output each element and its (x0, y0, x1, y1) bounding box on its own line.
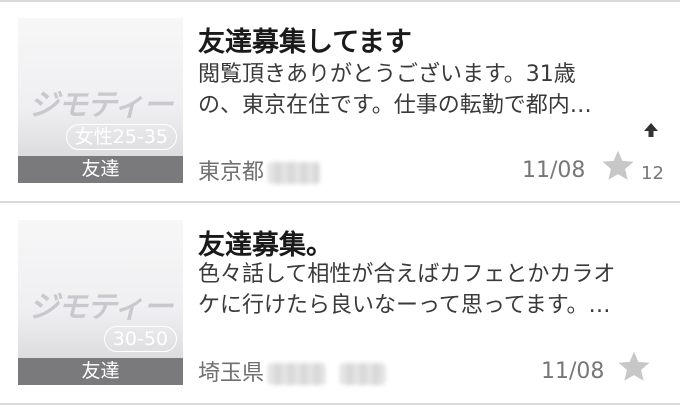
target-range-badge: 女性25-35 (65, 124, 177, 150)
jmty-logo: ジモティー (28, 88, 173, 123)
star-icon[interactable] (600, 148, 636, 184)
description-line: 色々話して相性が合えばカフェとかカラオ (198, 262, 616, 287)
divider (0, 403, 680, 405)
listing-date: 11/08 (541, 359, 605, 384)
listing-location: 東京都 (198, 154, 321, 186)
category-label: 友達 (18, 358, 183, 385)
description-line: ケに行けたら良いなーって思ってます。… (198, 293, 611, 318)
listing-description: 閲覧頂きありがとうございます。31歳 の、東京在住です。仕事の転勤で都内… (198, 59, 638, 121)
category-label: 友達 (18, 156, 183, 183)
favorite-count: 12 (641, 163, 664, 184)
target-range-badge: 30-50 (103, 326, 177, 352)
listing-location: 埼玉県 (198, 355, 387, 387)
listing-title[interactable]: 友達募集。 (198, 223, 333, 262)
listing-item-2[interactable]: ジモティー 30-50 友達 友達募集。 色々話して相性が合えばカフェとかカラオ… (0, 203, 680, 399)
blurred-area (268, 162, 321, 184)
listing-description: 色々話して相性が合えばカフェとかカラオ ケに行けたら良いなーって思ってます。… (198, 259, 638, 321)
listing-date: 11/08 (522, 158, 586, 183)
blurred-area (268, 363, 327, 385)
listing-thumbnail[interactable]: ジモティー 女性25-35 友達 (18, 18, 183, 183)
description-line: 閲覧頂きありがとうございます。31歳 (198, 62, 576, 87)
listing-title[interactable]: 友達募集してます (198, 20, 412, 59)
location-text: 東京都 (198, 160, 265, 185)
listing-item-1[interactable]: ジモティー 女性25-35 友達 友達募集してます 閲覧頂きありがとうございます… (0, 2, 680, 198)
jmty-logo: ジモティー (28, 290, 173, 325)
star-icon[interactable] (616, 349, 652, 385)
location-text: 埼玉県 (198, 361, 265, 386)
blurred-area (340, 363, 387, 385)
description-line: の、東京在住です。仕事の転勤で都内… (198, 93, 592, 118)
listing-list: ジモティー 女性25-35 友達 友達募集してます 閲覧頂きありがとうございます… (0, 0, 680, 406)
listing-thumbnail[interactable]: ジモティー 30-50 友達 (18, 220, 183, 385)
arrow-up-icon[interactable] (641, 120, 661, 140)
